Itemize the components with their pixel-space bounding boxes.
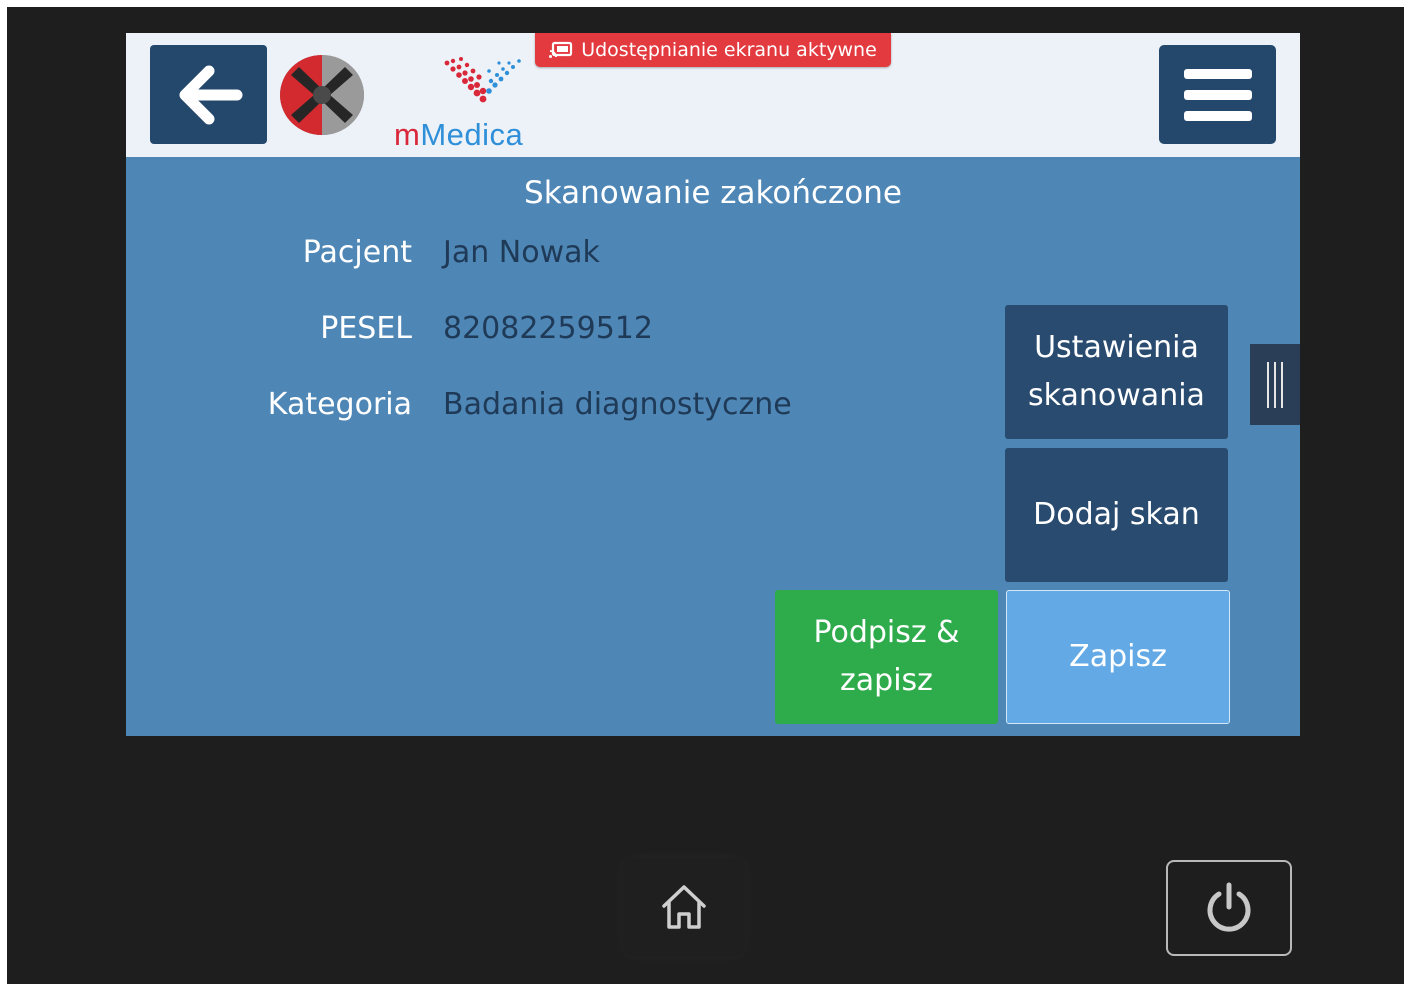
screen-share-text: Udostępnianie ekranu aktywne	[581, 39, 877, 61]
sign-save-label-1: Podpisz &	[813, 615, 960, 650]
side-drawer-handle[interactable]	[1250, 344, 1300, 425]
scan-settings-label-2: skanowania	[1028, 378, 1205, 413]
header-bar: mMedica Udostępnianie ekranu aktywne	[126, 33, 1300, 157]
screen-share-banner: Udostępnianie ekranu aktywne	[535, 33, 891, 67]
power-button[interactable]	[1166, 860, 1292, 956]
menu-button[interactable]	[1159, 45, 1276, 144]
x-logo	[280, 55, 364, 135]
home-button[interactable]	[623, 858, 745, 956]
drawer-handle-icon	[1267, 361, 1283, 408]
power-icon	[1207, 882, 1251, 932]
brand-wordmark: mMedica	[394, 117, 523, 153]
category-label: Kategoria	[267, 387, 412, 422]
pesel-label: PESEL	[320, 311, 412, 346]
add-scan-button[interactable]: Dodaj skan	[1005, 448, 1228, 582]
add-scan-label: Dodaj skan	[1033, 497, 1200, 532]
app-screen: mMedica Udostępnianie ekranu aktywne Ska…	[126, 33, 1300, 736]
hamburger-menu-icon	[1183, 68, 1252, 121]
screen-share-icon	[549, 41, 573, 58]
sign-save-label-2: zapisz	[840, 663, 933, 698]
brand-wordmark-part1: m	[394, 117, 421, 152]
save-label: Zapisz	[1069, 639, 1167, 674]
scan-settings-button[interactable]: Ustawienia skanowania	[1005, 305, 1228, 439]
back-button[interactable]	[150, 45, 267, 144]
pesel-value: 82082259512	[443, 311, 653, 346]
patient-value: Jan Nowak	[443, 235, 600, 270]
patient-label: Pacjent	[302, 235, 412, 270]
sign-and-save-button[interactable]: Podpisz & zapisz	[775, 590, 998, 724]
home-icon	[662, 885, 706, 929]
arrow-left-icon	[179, 65, 242, 124]
heart-dots-icon	[444, 57, 521, 103]
category-value: Badania diagnostyczne	[443, 387, 792, 422]
brand-wordmark-part2: Medica	[420, 117, 524, 152]
page-title: Skanowanie zakończone	[524, 175, 902, 211]
scan-settings-label-1: Ustawienia	[1034, 330, 1199, 365]
save-button[interactable]: Zapisz	[1006, 590, 1230, 724]
